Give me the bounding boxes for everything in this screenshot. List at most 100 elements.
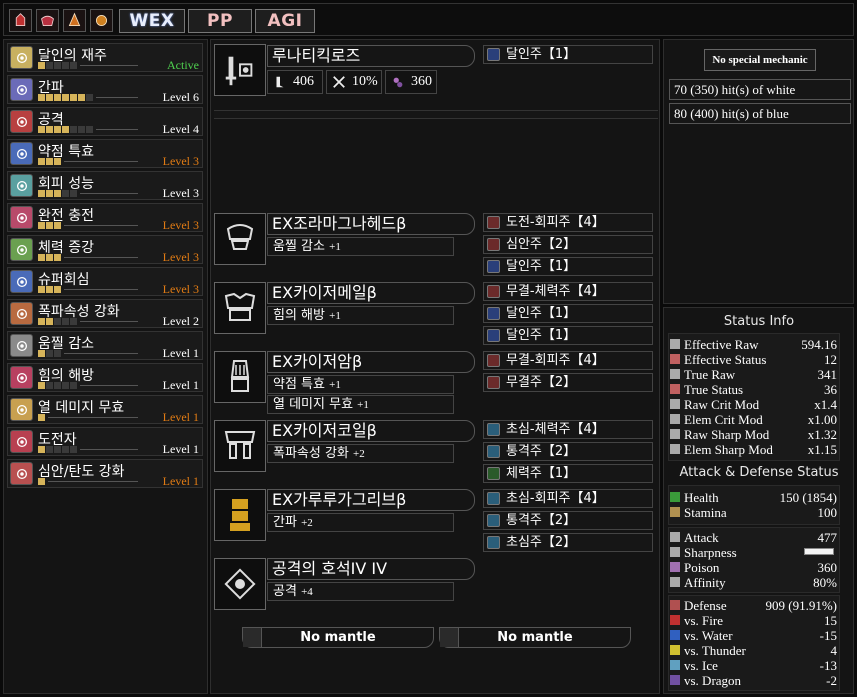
defense-row: vs. Thunder 4	[670, 643, 837, 658]
skill-pips	[38, 350, 61, 357]
armor-name[interactable]: EX조라마그나헤드β	[267, 213, 475, 235]
armor-icon[interactable]	[214, 282, 266, 334]
mantle-orange-icon[interactable]	[63, 9, 86, 32]
skill-icon	[10, 430, 33, 453]
mantle-slot-2[interactable]: No mantle	[439, 627, 631, 648]
skill-row[interactable]: 약점 특효 Level 3	[7, 139, 203, 168]
status-label: Effective Raw	[684, 337, 759, 352]
agi-button[interactable]: AGI	[255, 9, 315, 33]
decoration-slot[interactable]: 초심주【2】	[483, 533, 653, 552]
decoration-slot[interactable]: 도전-회피주【4】	[483, 213, 653, 232]
skill-row[interactable]: 폭파속성 강화 Level 2	[7, 299, 203, 328]
skill-row[interactable]: 열 데미지 무효 Level 1	[7, 395, 203, 424]
skill-pip	[38, 446, 45, 453]
skill-level: Level 3	[162, 250, 199, 264]
weapon-name[interactable]: 루나티킥로즈	[267, 45, 475, 67]
skill-row[interactable]: 간파 Level 6	[7, 75, 203, 104]
armor-name[interactable]: EX카이저코일β	[267, 420, 475, 442]
skill-icon	[10, 46, 33, 69]
skill-row[interactable]: 도전자 Level 1	[7, 427, 203, 456]
armor-skill: 폭파속성 강화 +2	[267, 444, 454, 463]
armor-name[interactable]: EX가루루가그리브β	[267, 489, 475, 511]
pp-button[interactable]: PP	[188, 9, 252, 33]
decoration-name: 무결주【2】	[506, 375, 577, 390]
skill-level: Level 1	[162, 378, 199, 392]
skill-pip-track	[64, 289, 138, 290]
decoration-slot[interactable]: 통격주【2】	[483, 442, 653, 461]
skill-level: Level 1	[162, 474, 199, 488]
skill-row[interactable]: 회피 성능 Level 3	[7, 171, 203, 200]
decoration-slot[interactable]: 달인주【1】	[483, 45, 653, 64]
skill-row[interactable]: 완전 충전 Level 3	[7, 203, 203, 232]
health-row-icon	[670, 492, 680, 502]
decoration-slot[interactable]: 통격주【2】	[483, 511, 653, 530]
status-row: Raw Sharp Mod x1.32	[670, 427, 837, 442]
armor-icon[interactable]	[214, 420, 266, 472]
mantle-slot-1[interactable]: No mantle	[242, 627, 434, 648]
armor-skill-level: +1	[329, 379, 341, 391]
skill-icon	[10, 334, 33, 357]
armor-name[interactable]: 공격의 호석IV IV	[267, 558, 475, 580]
defense-row: Defense 909 (91.91%)	[670, 598, 837, 613]
skill-pip-track	[48, 481, 138, 482]
skill-row[interactable]: 체력 증강 Level 3	[7, 235, 203, 264]
mantle-orange-icon[interactable]	[90, 9, 113, 32]
decoration-slot[interactable]: 무결-체력주【4】	[483, 282, 653, 301]
poison-row-label: Poison	[684, 560, 720, 575]
decoration-slot[interactable]: 달인주【1】	[483, 304, 653, 323]
defense-row-value: -15	[819, 628, 837, 643]
skill-pip	[54, 94, 61, 101]
armor-icon[interactable]	[214, 351, 266, 403]
skill-row[interactable]: 공격 Level 4	[7, 107, 203, 136]
decoration-name: 통격주【2】	[506, 444, 577, 459]
defense-row-icon	[670, 675, 680, 685]
skill-row[interactable]: 슈퍼회심 Level 3	[7, 267, 203, 296]
skill-pip	[86, 126, 93, 133]
skill-pip	[38, 190, 45, 197]
decoration-name: 초심주【2】	[506, 535, 577, 550]
decoration-slot[interactable]: 달인주【1】	[483, 257, 653, 276]
decoration-slot[interactable]: 무결-회피주【4】	[483, 351, 653, 370]
mantle-red-icon[interactable]	[36, 9, 59, 32]
decoration-slot[interactable]: 초심-회피주【4】	[483, 489, 653, 508]
armor-name[interactable]: EX카이저암β	[267, 351, 475, 373]
affinity-row-value: 80%	[813, 575, 837, 590]
decoration-slot[interactable]: 초심-체력주【4】	[483, 420, 653, 439]
decoration-slot[interactable]: 무결주【2】	[483, 373, 653, 392]
skill-pip	[38, 62, 45, 69]
skill-row[interactable]: 심안/탄도 강화 Level 1	[7, 459, 203, 488]
skill-pip-track	[64, 225, 138, 226]
armor-name[interactable]: EX카이저메일β	[267, 282, 475, 304]
defense-row-value: 909 (91.91%)	[765, 598, 838, 613]
skill-pip	[46, 94, 53, 101]
wex-button[interactable]: WEX	[119, 9, 185, 33]
armor-skill-name: 힘의 해방	[273, 308, 325, 323]
weapon-icon[interactable]	[214, 44, 266, 96]
status-row: Effective Raw 594.16	[670, 337, 837, 352]
skill-row[interactable]: 달인의 재주 Active	[7, 43, 203, 72]
skill-pip-track	[48, 417, 138, 418]
defense-row-label: Defense	[684, 598, 727, 613]
skill-level: Level 3	[162, 154, 199, 168]
armor-icon[interactable]	[214, 213, 266, 265]
decoration-icon	[487, 492, 500, 505]
health-row: Health 150 (1854)	[670, 490, 837, 505]
mantle-red-icon[interactable]	[9, 9, 32, 32]
stamina-row-label: Stamina	[684, 505, 727, 520]
skill-name: 심안/탄도 강화	[38, 464, 125, 480]
decoration-slot[interactable]: 체력주【1】	[483, 464, 653, 483]
status-label: Raw Sharp Mod	[684, 427, 770, 442]
armor-icon[interactable]	[214, 489, 266, 541]
decoration-name: 달인주【1】	[506, 328, 577, 343]
skill-row[interactable]: 움찔 감소 Level 1	[7, 331, 203, 360]
armor-icon[interactable]	[214, 558, 266, 610]
skill-row[interactable]: 힘의 해방 Level 1	[7, 363, 203, 392]
armor-skill-name: 열 데미지 무효	[273, 397, 354, 412]
decoration-slot[interactable]: 달인주【1】	[483, 326, 653, 345]
skill-icon	[10, 366, 33, 389]
skill-pips	[38, 478, 45, 485]
status-value: 36	[824, 382, 837, 397]
decoration-slot[interactable]: 심안주【2】	[483, 235, 653, 254]
weapon-element-value: 360	[411, 74, 432, 89]
decoration-name: 초심-체력주【4】	[506, 422, 605, 437]
